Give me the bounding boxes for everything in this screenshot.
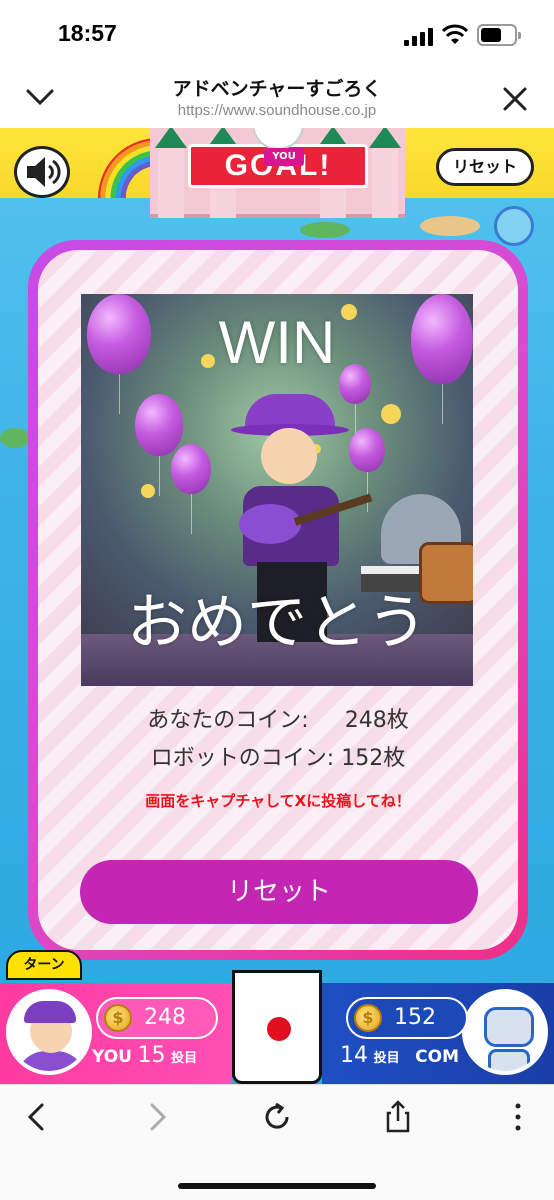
game-board: GOAL! YOU リセット — [0, 128, 554, 1084]
dice-pip-icon — [267, 1017, 291, 1041]
battery-icon — [477, 24, 521, 46]
compass-icon — [494, 206, 534, 246]
robot-coins-label: ロボットのコイン: — [150, 746, 335, 771]
share-icon[interactable] — [380, 1099, 416, 1135]
page-title: アドベンチャーすごろく — [172, 78, 382, 100]
com-coin-count: 152 — [394, 1005, 436, 1030]
congrats-text: おめでとう — [127, 588, 427, 658]
reset-top-button[interactable]: リセット — [436, 148, 534, 186]
player-avatar — [6, 989, 92, 1075]
player-score-bar: $ 248 YOU 15 投目 — [0, 983, 232, 1084]
result-modal: WIN おめでとう あなたのコイン: 248枚 ロボットのコイン: 152枚 画… — [28, 240, 528, 960]
player-coins-line: あなたのコイン: 248枚 — [38, 702, 518, 734]
speaker-icon — [27, 157, 61, 187]
com-name: COM — [415, 1047, 460, 1067]
island-decoration — [0, 428, 30, 448]
dice-button[interactable] — [232, 970, 322, 1084]
player-turn-count: 15 — [137, 1043, 166, 1068]
island-decoration — [300, 222, 350, 238]
turn-tab: ターン — [6, 950, 82, 980]
coin-icon: $ — [354, 1004, 382, 1032]
player-coin-count: 248 — [144, 1005, 186, 1030]
player-coins-label: あなたのコイン: — [147, 708, 309, 733]
status-bar: 18:57 — [0, 0, 554, 70]
home-indicator[interactable] — [178, 1183, 376, 1189]
com-avatar — [462, 989, 548, 1075]
robot-coins-line: ロボットのコイン: 152枚 — [38, 740, 518, 772]
more-icon[interactable] — [500, 1099, 536, 1135]
robot-coins-value: 152枚 — [341, 746, 406, 771]
capture-message: 画面をキャプチャしてXに投稿してね！ — [145, 792, 411, 810]
wifi-icon — [442, 24, 468, 44]
status-time: 18:57 — [58, 20, 117, 46]
player-coins-value: 248枚 — [344, 708, 409, 733]
island-decoration — [420, 216, 480, 236]
browser-header: アドベンチャーすごろく https://www.soundhouse.co.jp — [0, 70, 554, 128]
com-coin-pill: $ 152 — [346, 997, 468, 1039]
guitar-icon — [239, 493, 373, 544]
reload-icon[interactable] — [259, 1099, 295, 1135]
result-modal-body: WIN おめでとう あなたのコイン: 248枚 ロボットのコイン: 152枚 画… — [38, 250, 518, 950]
com-turn-info: 14 投目 COM — [340, 1043, 459, 1068]
back-icon[interactable] — [20, 1099, 56, 1135]
sound-toggle-button[interactable] — [14, 146, 70, 198]
page-url: https://www.soundhouse.co.jp — [177, 102, 377, 119]
reset-button[interactable]: リセット — [80, 860, 478, 924]
screen: 18:57 アドベンチャーすごろく https://www.soundhouse… — [0, 0, 554, 1200]
coin-icon: $ — [104, 1004, 132, 1032]
player-turn-info: YOU 15 投目 — [92, 1043, 197, 1068]
win-illustration: WIN おめでとう — [81, 294, 473, 686]
cellular-signal-icon — [404, 28, 434, 46]
forward-icon[interactable] — [138, 1099, 174, 1135]
com-turn-suffix: 投目 — [373, 1051, 400, 1066]
player-turn-suffix: 投目 — [171, 1051, 198, 1066]
player-coin-pill: $ 248 — [96, 997, 218, 1039]
com-turn-count: 14 — [340, 1043, 368, 1068]
you-marker: YOU — [264, 148, 304, 166]
win-text: WIN — [218, 309, 336, 376]
player-name: YOU — [92, 1047, 132, 1067]
close-icon[interactable] — [500, 84, 530, 114]
